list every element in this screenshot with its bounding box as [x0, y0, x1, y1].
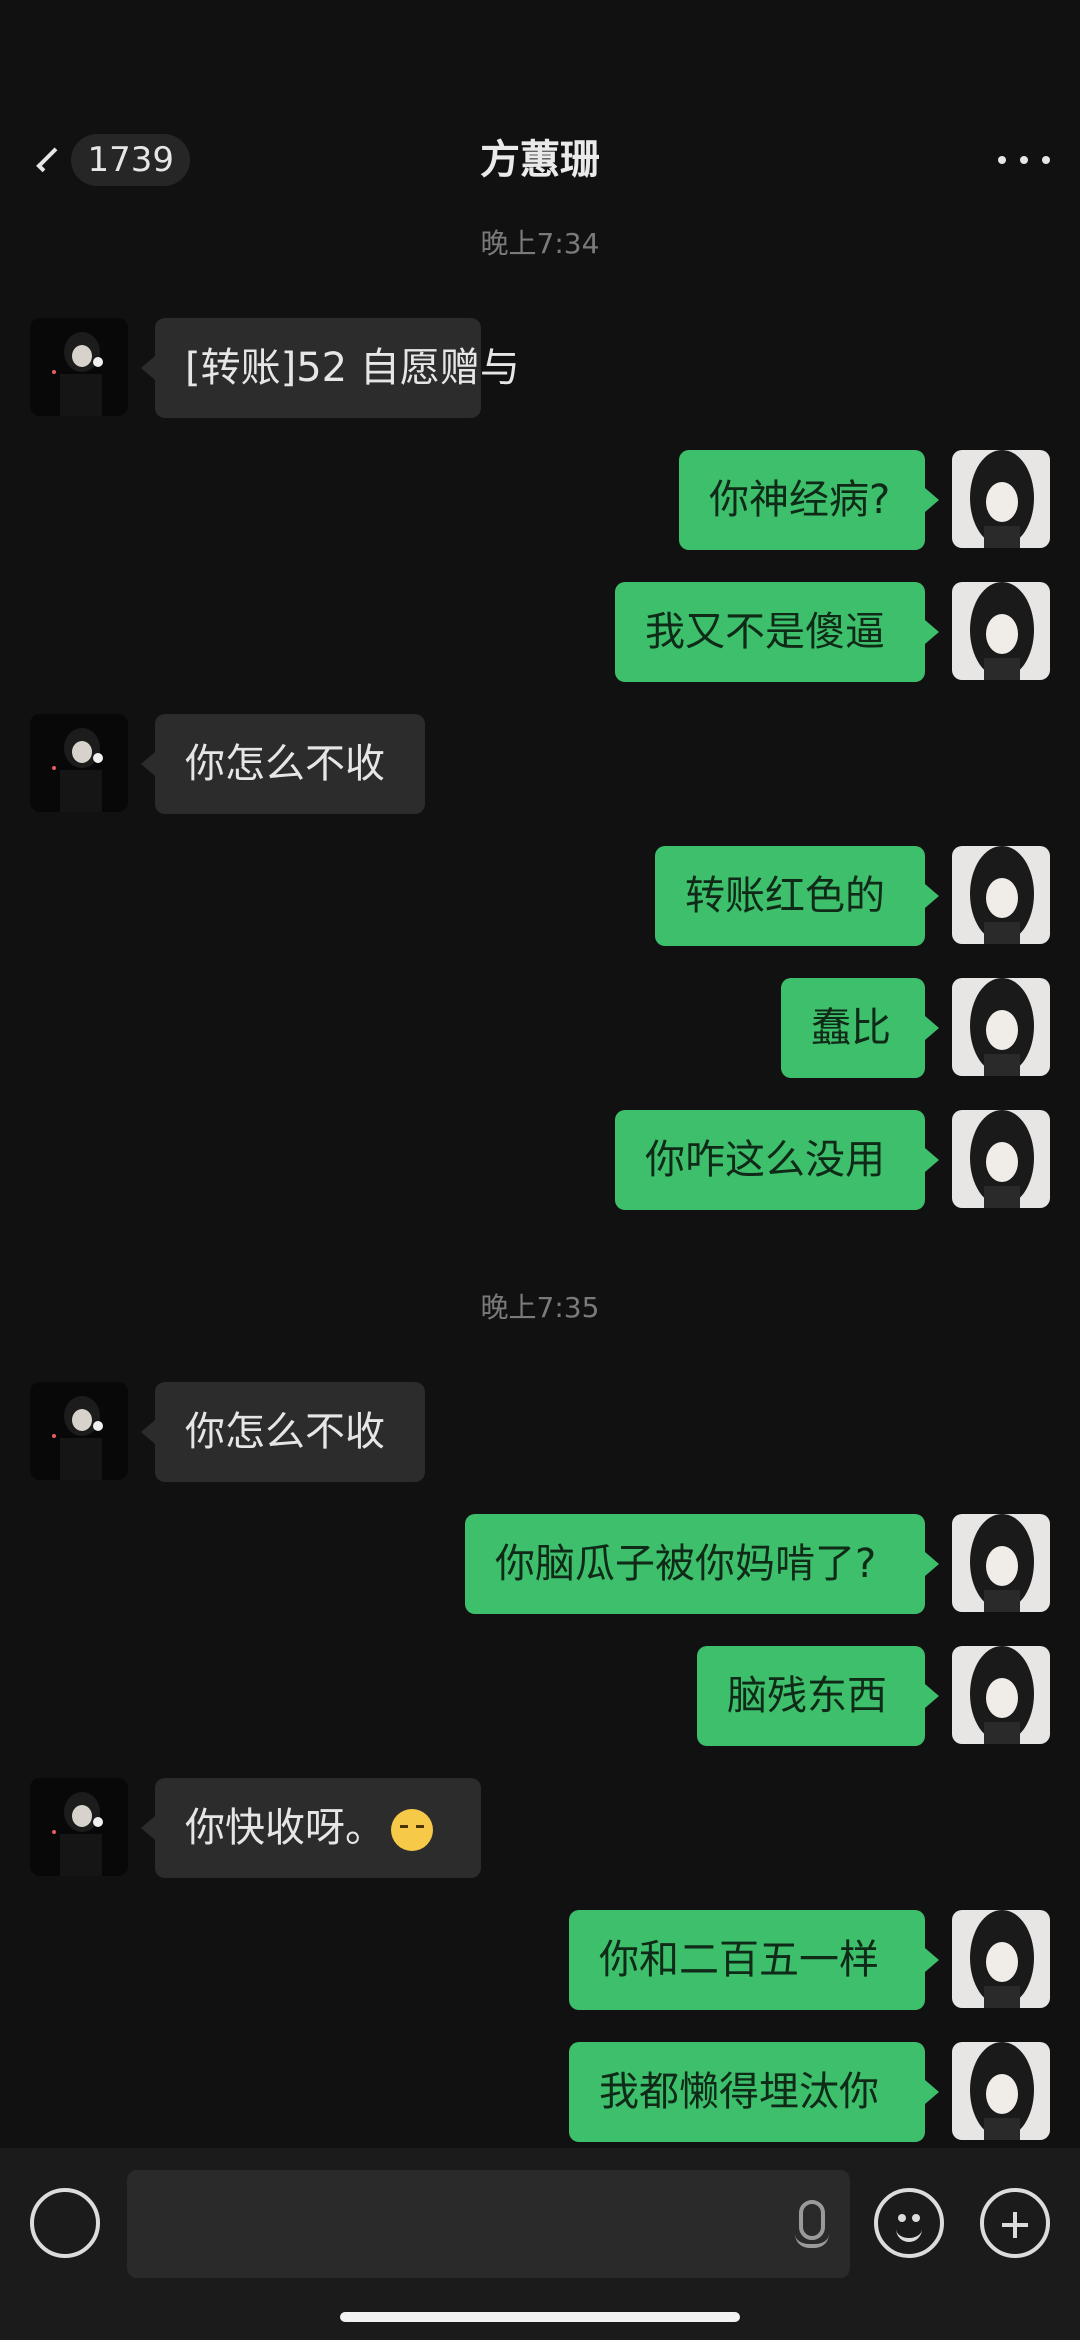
message-row: 你怎么不收 — [0, 1382, 1080, 1486]
message-input[interactable] — [127, 2170, 850, 2278]
avatar[interactable] — [30, 318, 128, 416]
timestamp: 晚上7:35 — [480, 1291, 600, 1324]
incoming-message-bubble[interactable]: 你怎么不收 — [141, 1382, 425, 1482]
message-row: 蠢比 — [0, 978, 1080, 1082]
avatar[interactable] — [952, 1110, 1050, 1208]
more-icon — [998, 156, 1006, 164]
message-row: 转账红色的 — [0, 846, 1080, 950]
outgoing-message-bubble[interactable]: 你咋这么没用 — [615, 1110, 939, 1210]
home-indicator[interactable] — [340, 2312, 740, 2322]
message-row: 你快收呀。 — [0, 1778, 1080, 1882]
outgoing-message-bubble[interactable]: 蠢比 — [781, 978, 939, 1078]
avatar[interactable] — [952, 846, 1050, 944]
more-icon-dot — [1020, 156, 1028, 164]
chat-title: 方蕙珊 — [480, 137, 600, 183]
incoming-message-bubble[interactable]: [转账]52 自愿赠与 — [141, 318, 520, 418]
message-row: 你怎么不收 — [0, 714, 1080, 818]
outgoing-message-bubble[interactable]: 你和二百五一样 — [569, 1910, 939, 2010]
avatar[interactable] — [952, 978, 1050, 1076]
avatar[interactable] — [952, 1910, 1050, 2008]
emoji-mouth — [896, 2224, 922, 2242]
voice-icon[interactable] — [30, 2188, 100, 2258]
outgoing-message-bubble[interactable]: 你脑瓜子被你妈啃了? — [465, 1514, 939, 1614]
incoming-message-bubble[interactable]: 你快收呀。 — [141, 1778, 481, 1878]
avatar[interactable] — [30, 1382, 128, 1480]
avatar[interactable] — [952, 582, 1050, 680]
chat-header: 1739 方蕙珊 — [0, 0, 1080, 215]
avatar[interactable] — [30, 1778, 128, 1876]
message-text: 你快收呀。 — [185, 1805, 385, 1851]
input-toolbar — [0, 2148, 1080, 2340]
avatar[interactable] — [952, 450, 1050, 548]
message-row: 我又不是傻逼 — [0, 582, 1080, 686]
outgoing-message-bubble[interactable]: 你神经病? — [679, 450, 939, 550]
outgoing-message-bubble[interactable]: 我都懒得埋汰你 — [569, 2042, 939, 2142]
mic-icon[interactable] — [795, 2200, 829, 2248]
plus-icon[interactable] — [980, 2188, 1050, 2258]
message-row: 你咋这么没用 — [0, 1110, 1080, 1214]
crying-face-emoji — [391, 1809, 433, 1851]
message-row: 我都懒得埋汰你 — [0, 2042, 1080, 2146]
avatar[interactable] — [30, 714, 128, 812]
message-row: 你神经病? — [0, 450, 1080, 554]
outgoing-message-bubble[interactable]: 转账红色的 — [655, 846, 939, 946]
avatar[interactable] — [952, 1514, 1050, 1612]
outgoing-message-bubble[interactable]: 我又不是傻逼 — [615, 582, 939, 682]
timestamp: 晚上7:34 — [480, 227, 600, 260]
more-icon-dot — [1042, 156, 1050, 164]
message-row: 脑残东西 — [0, 1646, 1080, 1750]
message-row: [转账]52 自愿赠与 — [0, 318, 1080, 422]
avatar[interactable] — [952, 2042, 1050, 2140]
message-row: 你脑瓜子被你妈啃了? — [0, 1514, 1080, 1618]
outgoing-message-bubble[interactable]: 脑残东西 — [697, 1646, 939, 1746]
incoming-message-bubble[interactable]: 你怎么不收 — [141, 714, 425, 814]
avatar[interactable] — [952, 1646, 1050, 1744]
more-options-button[interactable] — [998, 140, 1050, 180]
message-row: 你和二百五一样 — [0, 1910, 1080, 2014]
emoji-icon[interactable] — [874, 2188, 944, 2258]
